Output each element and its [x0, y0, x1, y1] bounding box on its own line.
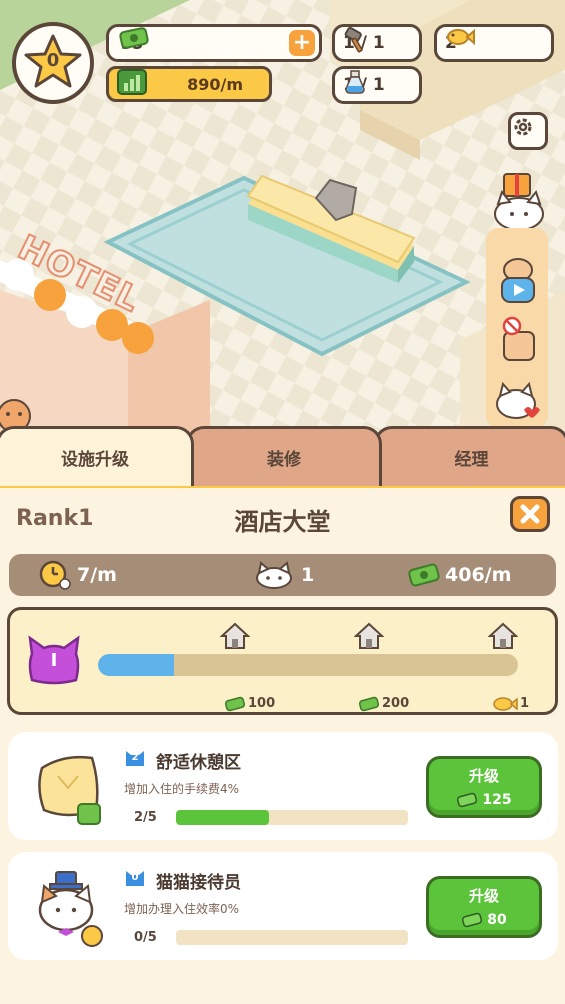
side-menu: [486, 228, 548, 428]
video-cat-icon: [501, 258, 535, 303]
rank-progress-card: I 100 200 1: [7, 607, 558, 715]
game-scene[interactable]: HOTEL 任务 0 35 + 890/m: [0, 0, 565, 480]
upgrade-item-rest-area: 2 舒适休憩区 增加入住的手续费4% 2/5 升级 125: [8, 732, 558, 840]
cat-heart-button[interactable]: [494, 380, 542, 420]
fish-icon: [447, 28, 475, 46]
facility-rank: Rank1: [16, 506, 94, 531]
item-progress-bar: [176, 930, 408, 945]
cash-rate-stat: 406/m: [407, 562, 511, 588]
tab-facility-upgrade[interactable]: 设施升级: [0, 426, 194, 486]
upgrade-button[interactable]: 升级 125: [426, 756, 542, 818]
item-name: 舒适休憩区: [156, 753, 241, 773]
rank-level-badge: I: [50, 650, 58, 671]
income-rate: 890/m: [106, 66, 272, 102]
cats-stat: 1: [255, 561, 314, 589]
time-rate-stat: 7/m: [39, 560, 117, 590]
house-icon: [354, 622, 384, 649]
facility-title: 酒店大堂: [234, 508, 331, 536]
cash-icon: [457, 792, 478, 808]
player-level-badge[interactable]: 0: [12, 22, 94, 104]
income-chart-icon: [117, 69, 147, 95]
cash-icon: [358, 696, 380, 712]
item-name: 猫猫接待员: [156, 873, 241, 893]
milestone-1[interactable]: 100: [216, 622, 276, 712]
facility-stats: 7/m 1 406/m: [9, 554, 556, 596]
pillow-icon: [38, 755, 101, 825]
no-ads-cat-icon: [502, 316, 535, 361]
fish-counter[interactable]: 2: [434, 24, 554, 62]
item-progress-text: 2/5: [134, 810, 157, 825]
tab-manager[interactable]: 经理: [374, 426, 565, 486]
plus-icon: +: [292, 30, 312, 55]
cash-counter[interactable]: 35 +: [106, 24, 322, 62]
fish-icon: [493, 697, 518, 711]
house-icon: [220, 622, 250, 649]
gift-cat-icon: [494, 173, 544, 230]
video-ad-button[interactable]: [496, 256, 540, 304]
potion-icon: [345, 70, 365, 94]
no-ads-button[interactable]: [496, 316, 540, 364]
rank-progress-fill: [98, 654, 174, 676]
milestone-3[interactable]: 1: [486, 622, 546, 711]
potion-counter[interactable]: 1 / 1: [332, 66, 422, 104]
hammer-counter[interactable]: 1 / 1: [332, 24, 422, 62]
cat-face-icon: [256, 561, 292, 589]
hammer-icon: [344, 27, 363, 53]
item-description: 增加入住的手续费4%: [124, 782, 240, 796]
player-level: 0: [46, 50, 60, 71]
add-cash-button[interactable]: +: [289, 30, 315, 56]
tab-bar: 设施升级 装修 经理: [0, 426, 565, 486]
house-icon: [488, 622, 518, 649]
item-progress-text: 0/5: [134, 930, 157, 945]
cash-icon: [224, 696, 246, 712]
upgrade-item-cat-receptionist: 0 猫猫接待员 增加办理入住效率0% 0/5 升级 80: [8, 852, 558, 960]
gear-icon: [514, 118, 532, 136]
item-description: 增加办理入住效率0%: [124, 902, 240, 916]
close-button[interactable]: [510, 496, 550, 532]
settings-button[interactable]: [508, 112, 548, 150]
item-progress-bar: [176, 810, 408, 825]
clock-icon: [39, 560, 71, 590]
income-amount: 890/m: [187, 74, 243, 94]
upgrade-button[interactable]: 升级 80: [426, 876, 542, 938]
tab-decoration[interactable]: 装修: [186, 426, 382, 486]
cash-icon: [119, 27, 149, 49]
item-progress-fill: [176, 810, 269, 825]
close-icon: [520, 504, 540, 524]
receptionist-cat-icon: [38, 871, 103, 947]
milestone-2[interactable]: 200: [350, 622, 410, 712]
cash-icon: [462, 912, 483, 928]
cash-icon: [408, 563, 440, 587]
rank-progress-bar: [98, 654, 518, 676]
cat-heart-icon: [496, 381, 540, 419]
